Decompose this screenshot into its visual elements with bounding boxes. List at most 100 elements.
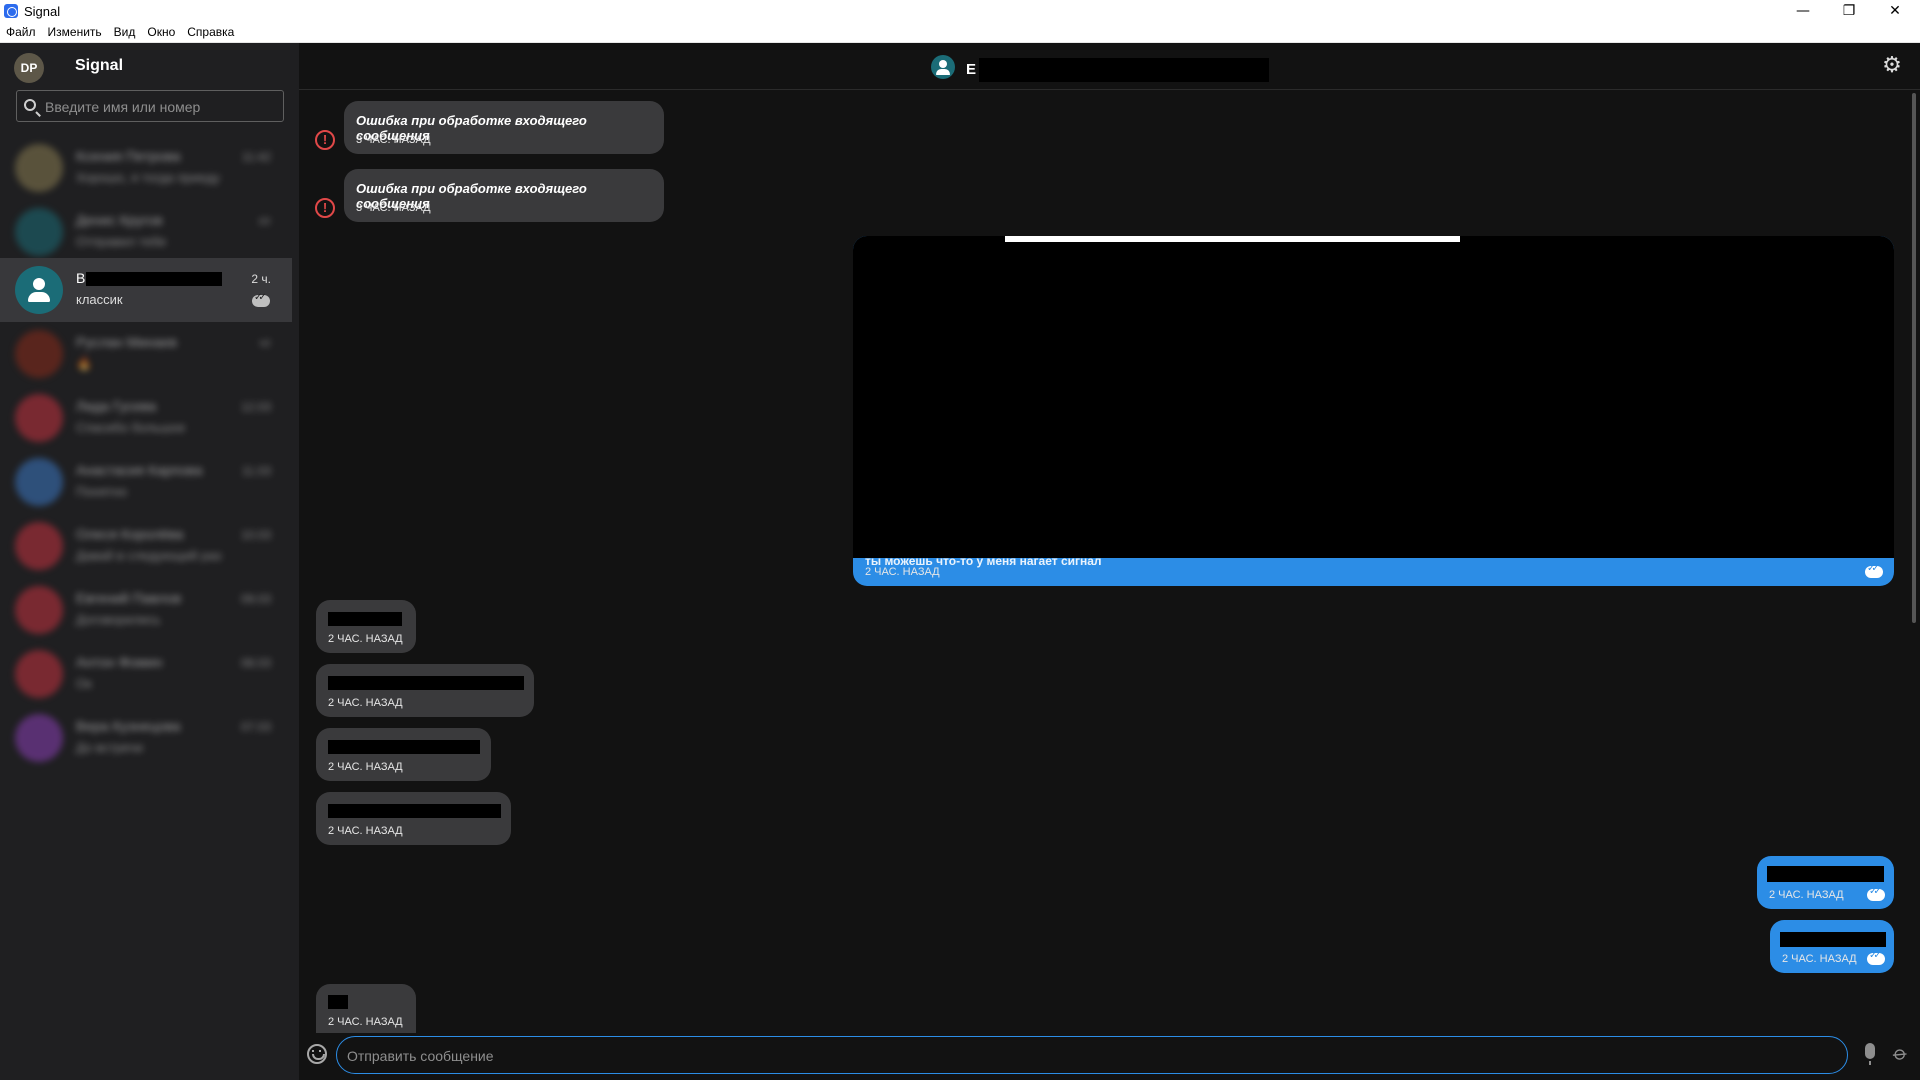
read-receipt-icon xyxy=(1867,950,1885,965)
read-receipt-icon xyxy=(252,292,270,307)
conversation-item[interactable]: Олеся Королёва Давай в следующий раз 10.… xyxy=(0,514,292,578)
message-timestamp: 2 ЧАС. НАЗАД xyxy=(328,697,403,709)
message-timestamp: 2 ЧАС. НАЗАД xyxy=(1782,953,1857,965)
avatar xyxy=(15,144,63,192)
redacted-text xyxy=(328,612,402,626)
menu-help[interactable]: Справка xyxy=(187,25,234,39)
outgoing-message[interactable]: 2 ЧАС. НАЗАД xyxy=(1770,920,1894,973)
conversation-name: Ксения Петрова xyxy=(76,148,181,164)
incoming-message[interactable]: 2 ЧАС. НАЗАД xyxy=(316,728,491,781)
conversation-time: 07.03 xyxy=(240,720,271,734)
avatar xyxy=(15,650,63,698)
conversation-preview: До встречи xyxy=(76,740,144,755)
incoming-message[interactable]: 2 ЧАС. НАЗАД xyxy=(316,600,416,653)
paperclip-icon[interactable]: ⌀ xyxy=(1889,1040,1914,1066)
error-message[interactable]: Ошибка при обработке входящего сообщения… xyxy=(344,169,664,222)
conversation-name: Анастасия Карпова xyxy=(76,462,203,478)
message-timestamp: 3 ЧАС. НАЗАД xyxy=(356,202,431,214)
search-input[interactable] xyxy=(45,97,275,117)
conversation-preview: 🔥 xyxy=(76,356,93,371)
avatar xyxy=(15,394,63,442)
conversation-name: Олеся Королёва xyxy=(76,526,184,542)
profile-avatar[interactable]: DP xyxy=(14,53,44,83)
menu-view[interactable]: Вид xyxy=(114,25,136,39)
conversation-preview: Договорились xyxy=(76,612,161,627)
conversation-preview: Давай в следующий раз xyxy=(76,548,222,563)
redacted-text xyxy=(1767,866,1884,882)
incoming-message[interactable]: 2 ЧАС. НАЗАД xyxy=(316,664,534,717)
person-avatar-icon xyxy=(15,266,63,314)
error-message[interactable]: Ошибка при обработке входящего сообщения… xyxy=(344,101,664,154)
conversation-item[interactable]: Антон Фомин Ок 08.03 xyxy=(0,642,292,706)
sidebar: DP Signal Ксения Петрова Хорошо, я тогда… xyxy=(0,43,299,1080)
conversation-time: пт xyxy=(259,214,271,228)
contact-name[interactable]: Е xyxy=(966,58,1270,82)
conversation-time: 2 ч. xyxy=(251,272,271,286)
conversation-item[interactable]: Ксения Петрова Хорошо, я тогда приеду 11… xyxy=(0,136,292,200)
image-attachment-redacted[interactable] xyxy=(853,236,1894,558)
conversation-name: Денис Кругов xyxy=(76,212,163,228)
menu-window[interactable]: Окно xyxy=(147,25,175,39)
incoming-message[interactable]: 2 ЧАС. НАЗАД xyxy=(316,984,416,1033)
conversation-preview: классик xyxy=(76,292,123,307)
menu-bar: Файл Изменить Вид Окно Справка xyxy=(0,22,1920,43)
conversation-item[interactable]: Лида Гусева Спасибо большое 12.03 xyxy=(0,386,292,450)
conversation-name: В xyxy=(76,270,223,287)
restore-button[interactable]: ❐ xyxy=(1826,0,1872,22)
message-timestamp: 2 ЧАС. НАЗАД xyxy=(328,825,403,837)
error-icon: ! xyxy=(315,198,335,218)
incoming-message[interactable]: 2 ЧАС. НАЗАД xyxy=(316,792,511,845)
conversation-preview: Спасибо большое xyxy=(76,420,186,435)
message-timestamp: 2 ЧАС. НАЗАД xyxy=(865,566,940,578)
conversation-item[interactable]: Руслан Минаев 🔥 чт xyxy=(0,322,292,386)
title-bar: Signal — ❐ ✕ xyxy=(0,0,1920,22)
message-timestamp: 2 ЧАС. НАЗАД xyxy=(328,1016,403,1028)
signal-window: Signal — ❐ ✕ Файл Изменить Вид Окно Спра… xyxy=(0,0,1920,1080)
close-button[interactable]: ✕ xyxy=(1872,0,1918,22)
menu-file[interactable]: Файл xyxy=(6,25,36,39)
conversation-panel: Е ⚙ ! Ошибка при обработке входящего соо… xyxy=(299,43,1920,1080)
outgoing-image-message[interactable]: ты можешь что-то у меня нагает сигнал 2 … xyxy=(853,236,1894,586)
conversation-time: 11.03 xyxy=(241,464,271,478)
error-icon: ! xyxy=(315,130,335,150)
message-input[interactable] xyxy=(347,1046,1827,1066)
menu-edit[interactable]: Изменить xyxy=(48,25,102,39)
redacted-text xyxy=(328,740,480,754)
conversation-item[interactable]: Денис Кругов Отправил тебе пт xyxy=(0,200,292,264)
avatar xyxy=(15,330,63,378)
conversation-header: Е ⚙ xyxy=(299,43,1920,90)
avatar xyxy=(15,522,63,570)
conversation-time: 08.03 xyxy=(240,656,271,670)
emoji-icon[interactable] xyxy=(307,1044,327,1064)
conversation-time: 09.03 xyxy=(240,592,271,606)
conversation-item[interactable]: Вера Кузнецова До встречи 07.03 xyxy=(0,706,292,770)
search-icon xyxy=(24,99,36,111)
sidebar-header: DP Signal xyxy=(0,43,299,89)
avatar xyxy=(15,586,63,634)
conversation-preview: Хорошо, я тогда приеду xyxy=(76,170,220,185)
message-timestamp: 2 ЧАС. НАЗАД xyxy=(1769,889,1844,901)
microphone-icon[interactable] xyxy=(1865,1043,1875,1065)
conversation-item-active[interactable]: В классик 2 ч. xyxy=(0,258,292,322)
conversation-item[interactable]: Евгений Павлов Договорились 09.03 xyxy=(0,578,292,642)
image-edge-strip xyxy=(1005,236,1460,242)
conversation-name: Антон Фомин xyxy=(76,654,163,670)
gear-icon[interactable]: ⚙ xyxy=(1881,55,1903,77)
conversation-preview: Ок xyxy=(76,676,92,691)
conversation-name: Евгений Павлов xyxy=(76,590,182,606)
message-composer: ⌀ xyxy=(299,1033,1920,1080)
read-receipt-icon xyxy=(1865,563,1883,578)
redacted-block xyxy=(979,58,1270,82)
redacted-block xyxy=(86,272,223,287)
sidebar-title: Signal xyxy=(75,57,124,74)
minimize-button[interactable]: — xyxy=(1780,0,1826,22)
conversation-item[interactable]: Анастасия Карпова Понятно 11.03 xyxy=(0,450,292,514)
redacted-text xyxy=(328,995,348,1009)
scrollbar[interactable] xyxy=(1912,93,1916,623)
outgoing-message[interactable]: 2 ЧАС. НАЗАД xyxy=(1757,856,1894,909)
redacted-text xyxy=(328,676,524,690)
conversation-time: 12.03 xyxy=(240,400,271,414)
conversation-preview: Понятно xyxy=(76,484,128,499)
conversation-name: Руслан Минаев xyxy=(76,334,177,350)
contact-avatar-icon[interactable] xyxy=(931,55,955,79)
